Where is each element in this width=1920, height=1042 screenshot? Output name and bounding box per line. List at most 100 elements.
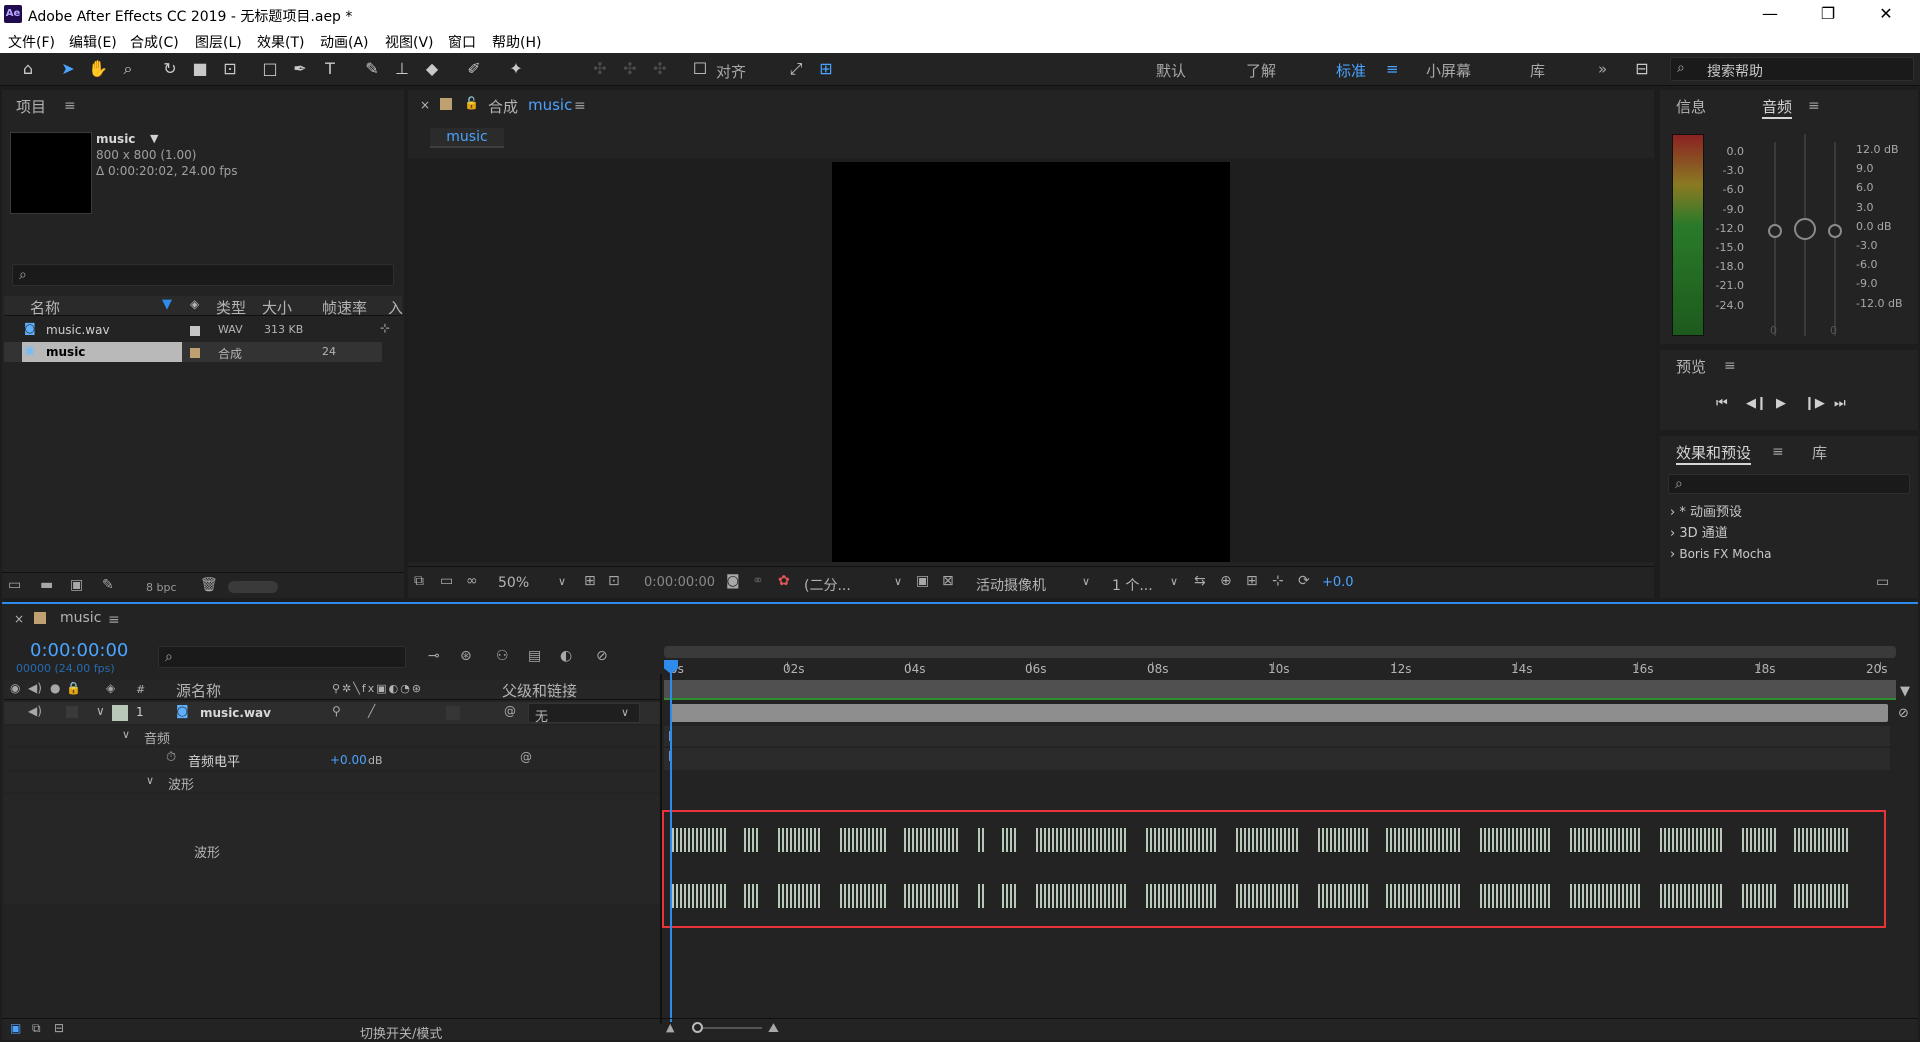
effects-item[interactable]: › * 动画预设 <box>1670 502 1771 523</box>
menu-effect[interactable]: 效果(T) <box>257 32 304 52</box>
zoom-out-icon[interactable]: ▲ <box>666 1021 674 1034</box>
previous-frame-icon[interactable]: ◀❙ <box>1746 396 1767 411</box>
video-eye-icon[interactable]: ◉ <box>10 681 20 695</box>
timeline-icon[interactable]: ⊞ <box>1246 573 1258 589</box>
motion-blur-icon[interactable]: ◐ <box>560 648 572 664</box>
preview-dropdown-icon[interactable]: ▼ <box>150 132 158 145</box>
frame-blending-icon[interactable]: ▤ <box>528 648 541 664</box>
pan-behind-tool-icon[interactable]: ⊡ <box>218 58 242 80</box>
audio-speaker-icon[interactable]: ◀) <box>28 681 42 695</box>
zoom-in-icon[interactable]: ⛰ <box>768 1021 779 1036</box>
menu-animation[interactable]: 动画(A) <box>320 32 369 52</box>
minimize-icon[interactable]: — <box>1742 2 1798 26</box>
preview-menu-icon[interactable]: ≡ <box>1724 358 1736 374</box>
col-in[interactable]: 入 <box>388 297 403 318</box>
sort-down-icon[interactable]: ▼ <box>162 297 172 312</box>
project-settings-icon[interactable]: ✎ <box>102 577 114 593</box>
chevron-down-icon[interactable]: ∨ <box>1170 575 1178 588</box>
transfer-controls-icon[interactable]: ⧉ <box>32 1021 41 1036</box>
lock-icon[interactable]: 🔒 <box>66 681 81 695</box>
menu-window[interactable]: 窗口 <box>448 32 476 52</box>
exposure-value[interactable]: +0.0 <box>1322 575 1354 590</box>
zoom-slider-knob[interactable] <box>692 1022 703 1033</box>
time-ruler[interactable]: 0s 02s 04s 06s 08s 10s 12s 14s 16s 18s 2… <box>666 662 1898 676</box>
resolution-select[interactable]: (二分... <box>804 575 851 595</box>
fast-previews-icon[interactable]: ⊕ <box>1220 573 1232 589</box>
sync-settings-icon[interactable]: ⊟ <box>1630 58 1654 80</box>
fit-icon[interactable]: ⊞ <box>584 573 596 589</box>
close-tab-icon[interactable]: × <box>14 612 24 626</box>
library-tab[interactable]: 库 <box>1812 442 1827 463</box>
chevron-down-icon[interactable]: ∨ <box>558 575 566 588</box>
playhead[interactable] <box>670 662 672 1022</box>
stopwatch-icon[interactable]: ⏱ <box>166 750 176 765</box>
flowchart-icon[interactable]: ⊹ <box>1272 573 1284 589</box>
monitor-icon[interactable]: ▭ <box>440 573 453 589</box>
pick-whip-icon[interactable]: @ <box>504 704 516 718</box>
lock-toggle[interactable] <box>66 706 78 718</box>
toggle-switches-modes[interactable]: 切换开关/模式 <box>360 1023 442 1042</box>
quality-switch-icon[interactable]: ╱ <box>368 704 375 718</box>
brush-tool-icon[interactable]: ✎ <box>360 58 384 80</box>
left-fader-knob[interactable] <box>1768 224 1782 238</box>
project-menu-icon[interactable]: ≡ <box>64 98 76 114</box>
camera-tool-icon[interactable]: ■ <box>188 58 212 80</box>
rotate-tool-icon[interactable]: ↻ <box>158 58 182 80</box>
chevron-down-icon[interactable]: ∨ <box>1082 575 1090 588</box>
project-tab[interactable]: 项目 <box>16 96 46 117</box>
project-row[interactable]: ◙ music.wav WAV 313 KB <box>4 320 382 340</box>
timeline-timecode[interactable]: 0:00:00:00 <box>30 640 128 661</box>
comp-tab-prefix[interactable]: 合成 <box>488 96 518 117</box>
comp-range-bar[interactable] <box>664 680 1896 700</box>
graph-editor-icon[interactable]: ⊘ <box>596 648 608 664</box>
effects-tab[interactable]: 效果和预设 <box>1676 442 1752 465</box>
expand-chevron-icon[interactable]: ∨ <box>122 728 130 741</box>
solo-icon[interactable]: ● <box>50 681 60 695</box>
audio-group-row[interactable]: ∨ 音频 <box>4 726 660 747</box>
rectangle-tool-icon[interactable]: □ <box>258 58 282 80</box>
clone-stamp-tool-icon[interactable]: ⊥ <box>390 58 414 80</box>
label-color-swatch[interactable] <box>190 348 200 358</box>
menu-composition[interactable]: 合成(C) <box>130 32 179 52</box>
audio-level-row[interactable]: ⏱ 音频电平 +0.00 dB @ <box>4 748 660 770</box>
timeline-search-box[interactable]: ⌕ <box>158 646 406 668</box>
comp-canvas[interactable] <box>832 162 1230 562</box>
effects-item[interactable]: › Boris FX Mocha <box>1670 544 1771 565</box>
workspace-menu-icon[interactable]: ≡ <box>1386 60 1399 78</box>
camera-snapshot-icon[interactable]: ◙ <box>726 573 740 589</box>
zoom-tool-icon[interactable]: ⌕ <box>116 58 140 80</box>
label-color-swatch[interactable] <box>190 326 200 336</box>
parent-select[interactable]: 无 ∨ <box>528 703 640 725</box>
show-snapshot-icon[interactable]: ⚭ <box>752 573 764 589</box>
viewer-area[interactable] <box>408 158 1654 562</box>
draft-3d-icon[interactable]: ⊛ <box>460 648 472 664</box>
first-frame-icon[interactable]: ⏮ <box>1716 396 1728 411</box>
roto-brush-tool-icon[interactable]: ✐ <box>462 58 486 80</box>
play-icon[interactable]: ▶ <box>1776 396 1786 411</box>
camera-select[interactable]: 活动摄像机 <box>976 575 1046 595</box>
layer-row[interactable]: ◀) ∨ 1 ◙ music.wav ⚲ ╱ @ 无 ∨ <box>4 702 660 725</box>
workspace-library[interactable]: 库 <box>1530 60 1545 81</box>
effects-item[interactable]: › 3D 通道 <box>1670 523 1771 544</box>
layer-bar[interactable] <box>670 704 1888 722</box>
close-icon[interactable]: ✕ <box>1858 2 1914 26</box>
effects-menu-icon[interactable]: ≡ <box>1772 444 1784 460</box>
timeline-tab[interactable]: music <box>60 610 101 626</box>
new-composition-icon[interactable]: ▣ <box>70 577 83 593</box>
master-fader-knob[interactable] <box>1794 218 1816 240</box>
snap-target-icon[interactable]: ⊞ <box>814 58 838 80</box>
transparency-grid-icon[interactable]: ⊠ <box>942 573 954 589</box>
comp-mini-flowchart-icon[interactable]: ⊸ <box>428 648 440 664</box>
expand-chevron-icon[interactable]: ∨ <box>146 774 154 787</box>
comp-subtab[interactable]: music <box>430 128 504 148</box>
label-tag-icon[interactable]: ◈ <box>106 681 115 695</box>
col-name[interactable]: 名称 <box>30 297 60 318</box>
col-source-name[interactable]: 源名称 <box>176 680 221 701</box>
expand-chevron-icon[interactable]: ∨ <box>96 704 105 718</box>
help-search-input[interactable]: 搜索帮助 <box>1707 61 1763 81</box>
color-channel-icon[interactable]: ✿ <box>778 573 790 589</box>
work-area-bar[interactable] <box>664 646 1896 658</box>
col-fps[interactable]: 帧速率 <box>322 297 367 318</box>
views-select[interactable]: 1 个... <box>1112 575 1153 595</box>
new-preset-icon[interactable]: ▭ <box>1876 574 1889 590</box>
